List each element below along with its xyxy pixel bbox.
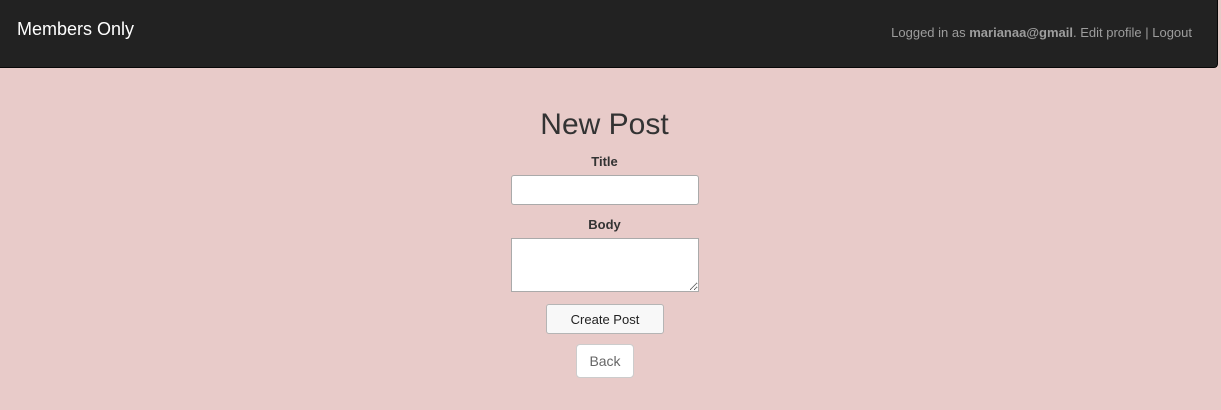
user-status: Logged in as marianaa@gmail. Edit profil… [891,25,1192,41]
logged-in-prefix: Logged in as [891,25,970,40]
page-title: New Post [540,108,669,141]
nav-divider: | [1141,25,1153,40]
logout-link[interactable]: Logout [1152,25,1192,40]
body-label: Body [588,217,621,232]
title-label: Title [591,154,618,169]
title-input[interactable] [511,175,699,205]
body-textarea[interactable] [511,238,699,292]
brand-link[interactable]: Members Only [17,18,134,40]
user-email: marianaa@gmail [969,25,1073,40]
back-button[interactable]: Back [576,344,634,378]
edit-profile-link[interactable]: Edit profile [1080,25,1141,40]
create-post-button[interactable]: Create Post [546,304,664,334]
top-navbar: Members Only Logged in as marianaa@gmail… [0,0,1218,68]
